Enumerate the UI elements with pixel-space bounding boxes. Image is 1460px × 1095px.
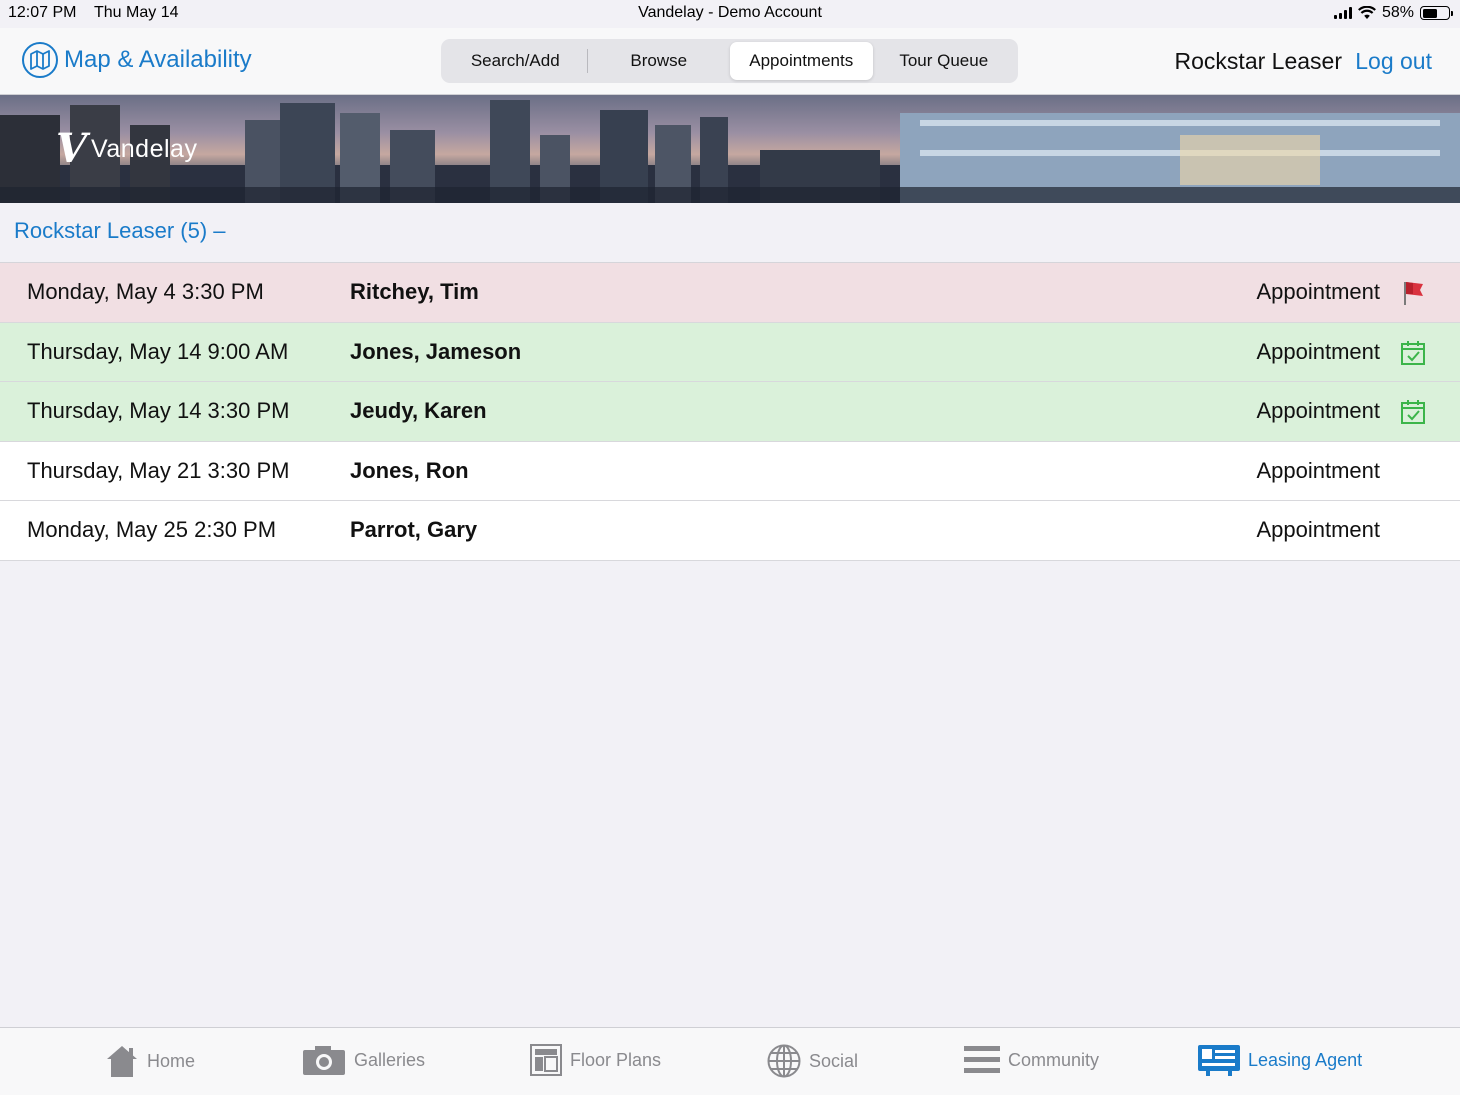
menu-icon — [964, 1046, 1000, 1073]
tab-label: Community — [1008, 1049, 1100, 1070]
tab-label: Tour Queue — [899, 51, 989, 70]
appointment-prospect: Jeudy, Karen — [350, 398, 487, 424]
appointment-row[interactable]: Monday, May 4 3:30 PM Ritchey, Tim Appoi… — [0, 263, 1460, 323]
status-bar: 12:07 PM Thu May 14 Vandelay - Demo Acco… — [0, 0, 1460, 28]
appointment-type: Appointment — [1256, 398, 1380, 424]
status-indicators: 58% — [1333, 4, 1453, 22]
property-banner: V Vandelay — [0, 95, 1460, 203]
tab-label: Appointments — [749, 51, 854, 70]
appointment-type: Appointment — [1256, 279, 1380, 305]
appointment-row[interactable]: Monday, May 25 2:30 PM Parrot, Gary Appo… — [0, 501, 1460, 561]
appointment-row[interactable]: Thursday, May 14 3:30 PM Jeudy, Karen Ap… — [0, 382, 1460, 442]
map-icon — [22, 42, 58, 78]
tab-browse[interactable]: Browse — [588, 42, 731, 80]
appointment-type: Appointment — [1256, 338, 1380, 364]
tab-label: Search/Add — [470, 51, 560, 70]
brand-logo: V Vandelay — [56, 129, 197, 169]
appointment-prospect: Ritchey, Tim — [350, 279, 479, 305]
logout-button[interactable]: Log out — [1355, 48, 1432, 75]
appointment-row[interactable]: Thursday, May 14 9:00 AM Jones, Jameson … — [0, 322, 1460, 382]
appointment-list: Monday, May 4 3:30 PM Ritchey, Tim Appoi… — [0, 262, 1460, 561]
tab-label: Home — [147, 1050, 196, 1071]
battery-percent: 58% — [1381, 4, 1414, 21]
appointment-prospect: Jones, Jameson — [350, 338, 522, 364]
tab-appointments[interactable]: Appointments — [730, 42, 873, 80]
flag-icon — [1404, 282, 1423, 305]
tab-label: Leasing Agent — [1248, 1049, 1363, 1070]
map-availability-link[interactable]: Map & Availability — [22, 42, 252, 78]
appointment-type: Appointment — [1256, 517, 1380, 543]
tab-floor-plans[interactable]: Floor Plans — [530, 1044, 661, 1076]
appointment-date: Thursday, May 14 9:00 AM — [27, 338, 289, 364]
tab-social[interactable]: Social — [767, 1044, 858, 1078]
camera-icon — [303, 1046, 345, 1075]
appointment-date: Monday, May 4 3:30 PM — [27, 279, 264, 305]
appointment-type: Appointment — [1256, 457, 1380, 483]
appointment-prospect: Jones, Ron — [350, 457, 469, 483]
brand-name: Vandelay — [91, 134, 198, 163]
tab-community[interactable]: Community — [964, 1044, 1099, 1076]
floor-plan-icon — [530, 1044, 562, 1076]
city-skyline-image — [0, 100, 1460, 203]
segmented-control: Search/Add Browse Appointments Tour Queu… — [441, 39, 1018, 83]
group-header-toggle[interactable]: Rockstar Leaser (5) – — [14, 218, 226, 244]
calendar-check-icon — [1401, 340, 1425, 365]
home-icon — [107, 1046, 137, 1077]
tab-label: Browse — [630, 51, 688, 70]
id-card-icon — [1198, 1045, 1240, 1076]
status-center-title: Vandelay - Demo Account — [638, 4, 822, 21]
battery-icon — [1420, 6, 1453, 20]
map-availability-label: Map & Availability — [64, 46, 252, 73]
globe-icon — [767, 1044, 801, 1078]
appointment-prospect: Parrot, Gary — [350, 517, 478, 543]
appointment-row[interactable]: Thursday, May 21 3:30 PM Jones, Ron Appo… — [0, 441, 1460, 501]
tab-search-add[interactable]: Search/Add — [444, 42, 587, 80]
tab-leasing-agent[interactable]: Leasing Agent — [1198, 1044, 1362, 1076]
wifi-icon — [1358, 6, 1376, 19]
appointment-date: Thursday, May 14 3:30 PM — [27, 398, 290, 424]
calendar-check-icon — [1401, 400, 1425, 424]
tab-label: Social — [809, 1050, 859, 1071]
nav-header: Map & Availability Search/Add Browse App… — [0, 28, 1460, 95]
tab-tour-queue[interactable]: Tour Queue — [873, 42, 1016, 80]
appointment-date: Thursday, May 21 3:30 PM — [27, 457, 290, 483]
bottom-tab-bar: Home Galleries Floor Plans Social Commun… — [0, 1027, 1460, 1095]
tab-home[interactable]: Home — [105, 1044, 195, 1078]
tab-label: Floor Plans — [570, 1049, 662, 1070]
current-user-name: Rockstar Leaser — [1174, 48, 1342, 74]
tab-label: Galleries — [354, 1049, 426, 1070]
brand-mark: V — [56, 125, 88, 172]
cellular-signal-icon — [1333, 7, 1352, 19]
tab-galleries[interactable]: Galleries — [302, 1044, 425, 1076]
appointment-date: Monday, May 25 2:30 PM — [27, 517, 277, 543]
